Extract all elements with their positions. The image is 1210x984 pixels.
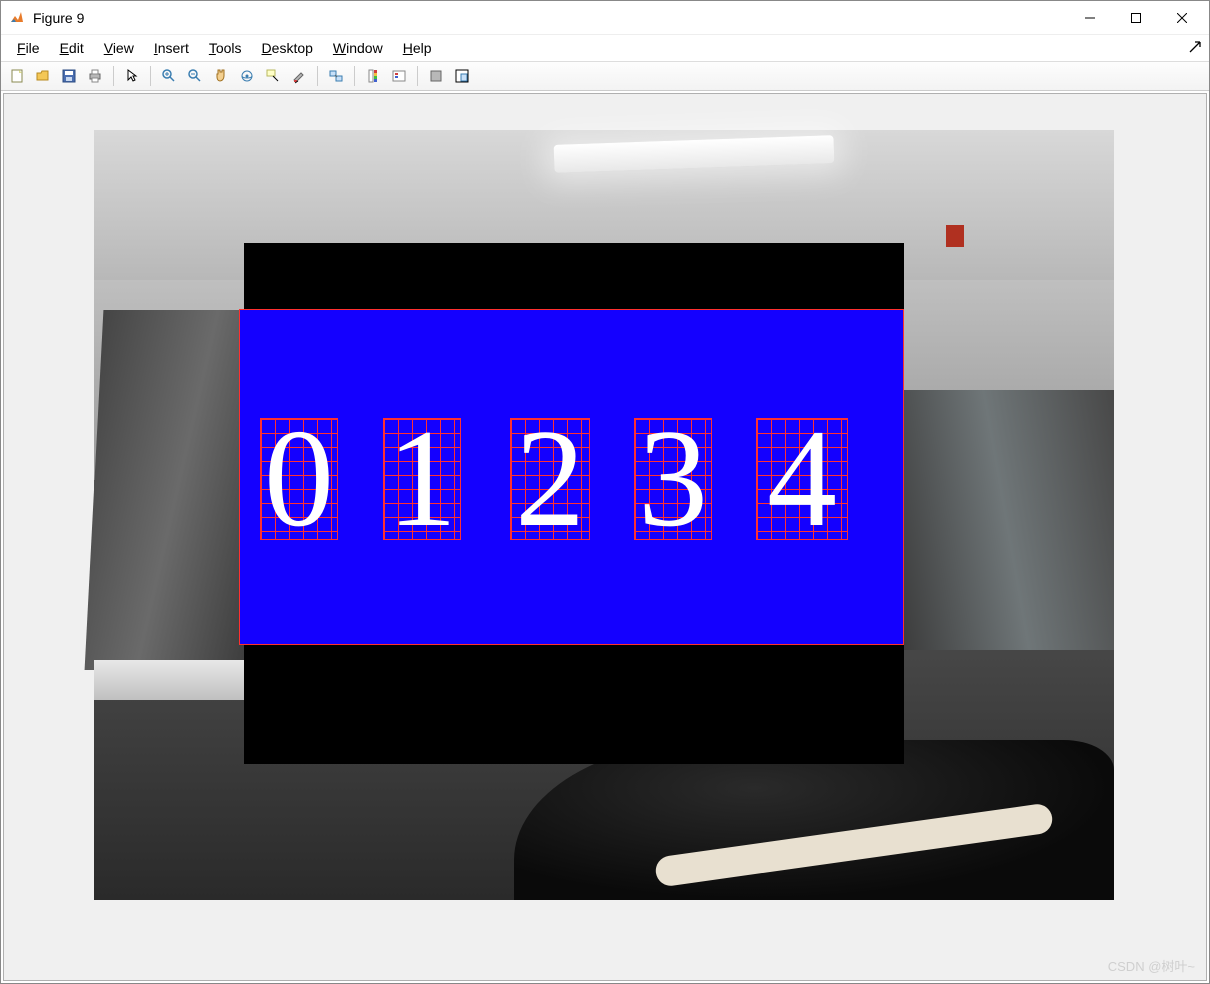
digit-text: 0 bbox=[261, 419, 337, 539]
print-button[interactable] bbox=[83, 64, 107, 88]
rotate-3d-button[interactable] bbox=[235, 64, 259, 88]
watermark: CSDN @树叶~ bbox=[1108, 956, 1195, 975]
figure-canvas[interactable]: 0 1 2 3 4 bbox=[3, 93, 1207, 981]
menu-help[interactable]: Help bbox=[393, 38, 442, 58]
brush-button[interactable] bbox=[287, 64, 311, 88]
menu-view[interactable]: View bbox=[94, 38, 144, 58]
new-figure-button[interactable] bbox=[5, 64, 29, 88]
digit-text: 3 bbox=[635, 419, 711, 539]
detected-card: 0 1 2 3 4 bbox=[244, 243, 904, 764]
toolbar-separator bbox=[150, 66, 151, 86]
window-title: Figure 9 bbox=[33, 10, 84, 26]
digit-text: 1 bbox=[384, 419, 460, 539]
menu-insert[interactable]: Insert bbox=[144, 38, 199, 58]
hide-tools-button[interactable] bbox=[424, 64, 448, 88]
digit-box-4: 4 bbox=[756, 418, 848, 540]
bg-cubicle-right bbox=[894, 390, 1114, 650]
insert-legend-button[interactable] bbox=[387, 64, 411, 88]
toolbar-separator bbox=[354, 66, 355, 86]
data-cursor-button[interactable] bbox=[261, 64, 285, 88]
menu-window[interactable]: Window bbox=[323, 38, 393, 58]
digit-box-3: 3 bbox=[634, 418, 712, 540]
bg-alarm-box bbox=[946, 225, 964, 247]
minimize-button[interactable] bbox=[1067, 2, 1113, 34]
pan-button[interactable] bbox=[209, 64, 233, 88]
open-button[interactable] bbox=[31, 64, 55, 88]
undock-icon[interactable] bbox=[1187, 39, 1203, 55]
insert-colorbar-button[interactable] bbox=[361, 64, 385, 88]
toolbar-separator bbox=[113, 66, 114, 86]
zoom-out-button[interactable] bbox=[183, 64, 207, 88]
menubar: File Edit View Insert Tools Desktop Wind… bbox=[1, 35, 1209, 61]
save-button[interactable] bbox=[57, 64, 81, 88]
digit-box-1: 1 bbox=[383, 418, 461, 540]
menu-edit[interactable]: Edit bbox=[50, 38, 94, 58]
menu-file[interactable]: File bbox=[7, 38, 50, 58]
pointer-button[interactable] bbox=[120, 64, 144, 88]
titlebar: Figure 9 bbox=[1, 1, 1209, 35]
zoom-in-button[interactable] bbox=[157, 64, 181, 88]
close-button[interactable] bbox=[1159, 2, 1205, 34]
digit-box-0: 0 bbox=[260, 418, 338, 540]
digit-text: 4 bbox=[757, 419, 847, 539]
menu-tools[interactable]: Tools bbox=[199, 38, 252, 58]
maximize-button[interactable] bbox=[1113, 2, 1159, 34]
toolbar-separator bbox=[317, 66, 318, 86]
digit-text: 2 bbox=[511, 419, 589, 539]
menu-desktop[interactable]: Desktop bbox=[252, 38, 323, 58]
toolbar-separator bbox=[417, 66, 418, 86]
link-plots-button[interactable] bbox=[324, 64, 348, 88]
toolbar bbox=[1, 61, 1209, 91]
displayed-image: 0 1 2 3 4 bbox=[94, 130, 1114, 900]
window-controls bbox=[1067, 2, 1205, 34]
dock-figure-button[interactable] bbox=[450, 64, 474, 88]
digit-region: 0 1 2 3 4 bbox=[239, 309, 904, 645]
matlab-icon bbox=[9, 10, 25, 26]
digit-box-2: 2 bbox=[510, 418, 590, 540]
